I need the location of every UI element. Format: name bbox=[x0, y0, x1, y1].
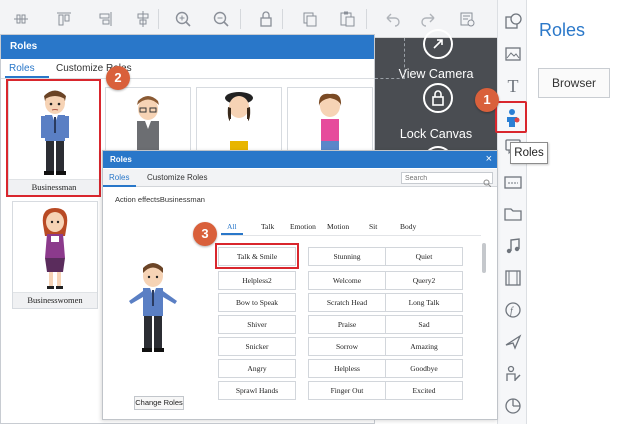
panel-title: Roles bbox=[539, 20, 586, 40]
scrollbar-thumb[interactable] bbox=[482, 243, 486, 273]
action-item[interactable]: Snicker bbox=[218, 337, 296, 356]
dialog-title: Roles bbox=[1, 35, 374, 59]
folder-icon[interactable] bbox=[503, 204, 523, 224]
category-divider bbox=[221, 235, 481, 236]
action-item[interactable]: Finger Out bbox=[308, 381, 386, 400]
image-icon[interactable] bbox=[503, 44, 523, 64]
step-badge-3: 3 bbox=[193, 222, 217, 246]
redo-icon[interactable] bbox=[420, 10, 438, 28]
zoom-out-icon[interactable] bbox=[212, 10, 230, 28]
action-item[interactable]: Helpless bbox=[308, 359, 386, 378]
action-item[interactable]: Welcome bbox=[308, 271, 386, 290]
toolbar-divider bbox=[282, 9, 283, 29]
action-item[interactable]: Sprawl Hands bbox=[218, 381, 296, 400]
copy-icon[interactable] bbox=[301, 10, 319, 28]
roles-tooltip: Roles bbox=[510, 142, 548, 164]
action-effects-dialog: Roles × Roles Customize Roles Action eff… bbox=[102, 150, 498, 420]
camera-toggle-icon[interactable] bbox=[423, 29, 453, 59]
align-right-icon[interactable] bbox=[96, 10, 114, 28]
action-item[interactable]: Helpless2 bbox=[218, 271, 296, 290]
category-all[interactable]: All bbox=[227, 222, 237, 231]
step-badge-2: 2 bbox=[106, 66, 130, 90]
person-edit-icon[interactable] bbox=[503, 364, 523, 384]
active-tab-indicator bbox=[103, 185, 136, 187]
tab-roles[interactable]: Roles bbox=[109, 173, 129, 182]
businesswomen-figure bbox=[42, 208, 68, 289]
roles-icon bbox=[503, 108, 521, 128]
category-talk[interactable]: Talk bbox=[261, 222, 274, 231]
browser-button[interactable]: Browser bbox=[538, 68, 610, 98]
side-toolbar: T f bbox=[497, 0, 527, 424]
pie-icon[interactable] bbox=[503, 396, 523, 416]
action-item[interactable]: Quiet bbox=[385, 247, 463, 266]
undo-icon[interactable] bbox=[383, 10, 401, 28]
stage-boundary bbox=[375, 78, 405, 79]
action-item[interactable]: Long Talk bbox=[385, 293, 463, 312]
close-icon[interactable]: × bbox=[486, 151, 492, 168]
toolbar-divider bbox=[240, 9, 241, 29]
category-emotion[interactable]: Emotion bbox=[290, 222, 316, 231]
category-sit[interactable]: Sit bbox=[369, 222, 377, 231]
formula-icon[interactable]: f bbox=[503, 300, 523, 320]
action-item[interactable]: Sorrow bbox=[308, 337, 386, 356]
text-icon[interactable]: T bbox=[503, 76, 523, 96]
roles-tool-button[interactable] bbox=[495, 101, 527, 133]
action-item[interactable]: Scratch Head bbox=[308, 293, 386, 312]
businessman-highlight bbox=[6, 79, 101, 197]
search-icon[interactable] bbox=[483, 174, 492, 188]
action-item[interactable]: Sad bbox=[385, 315, 463, 334]
action-item[interactable]: Excited bbox=[385, 381, 463, 400]
dialog-tabs: Roles Customize Roles bbox=[103, 169, 497, 188]
lock-canvas-icon[interactable] bbox=[423, 83, 453, 113]
zoom-in-icon[interactable] bbox=[174, 10, 192, 28]
action-effects-label: Action effectsBusinessman bbox=[115, 195, 205, 204]
action-item[interactable]: Query2 bbox=[385, 271, 463, 290]
paste-icon[interactable] bbox=[338, 10, 356, 28]
role-card-label: Businesswomen bbox=[13, 292, 97, 308]
right-panel: Roles Browser bbox=[528, 0, 620, 424]
align-top-icon[interactable] bbox=[55, 10, 73, 28]
align-left-icon[interactable] bbox=[12, 10, 30, 28]
stage-boundary bbox=[404, 38, 405, 78]
svg-text:f: f bbox=[510, 306, 514, 317]
preview-icon[interactable] bbox=[458, 10, 476, 28]
subtitle-icon[interactable] bbox=[503, 172, 523, 192]
toolbar-divider bbox=[158, 9, 159, 29]
align-center-icon[interactable] bbox=[134, 10, 152, 28]
action-item[interactable]: Angry bbox=[218, 359, 296, 378]
action-item[interactable]: Stunning bbox=[308, 247, 386, 266]
role-card-businesswomen[interactable]: Businesswomen bbox=[12, 201, 98, 309]
talk-smile-highlight bbox=[215, 243, 299, 269]
search-input[interactable] bbox=[401, 172, 493, 184]
change-roles-button[interactable]: Change Roles bbox=[134, 396, 184, 410]
dialog-title: Roles bbox=[103, 151, 497, 168]
shape-icon[interactable] bbox=[503, 12, 523, 32]
toolbar-divider bbox=[366, 9, 367, 29]
category-motion[interactable]: Motion bbox=[327, 222, 349, 231]
action-item[interactable]: Praise bbox=[308, 315, 386, 334]
action-item[interactable]: Amazing bbox=[385, 337, 463, 356]
action-item[interactable]: Goodbye bbox=[385, 359, 463, 378]
airplane-icon[interactable] bbox=[503, 332, 523, 352]
category-body[interactable]: Body bbox=[400, 222, 416, 231]
action-item[interactable]: Bow to Speak bbox=[218, 293, 296, 312]
step-badge-1: 1 bbox=[475, 88, 499, 112]
tab-customize-roles[interactable]: Customize Roles bbox=[147, 173, 207, 182]
video-icon[interactable] bbox=[503, 268, 523, 288]
tab-roles[interactable]: Roles bbox=[9, 63, 35, 74]
action-item[interactable]: Shiver bbox=[218, 315, 296, 334]
lock-icon[interactable] bbox=[257, 10, 275, 28]
businessman-preview bbox=[129, 263, 177, 352]
lock-canvas-label[interactable]: Lock Canvas bbox=[375, 127, 497, 141]
music-icon[interactable] bbox=[503, 236, 523, 256]
top-toolbar bbox=[0, 0, 497, 38]
